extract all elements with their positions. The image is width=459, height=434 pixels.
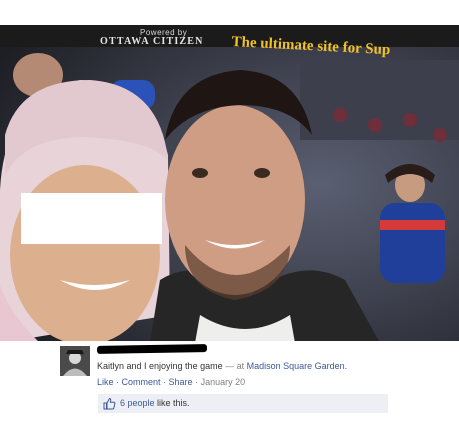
name-redaction-mark — [96, 344, 208, 354]
likes-suffix: like this. — [154, 398, 190, 408]
action-separator: · — [192, 377, 201, 387]
post-actions: Like · Comment · Share · January 20 — [97, 377, 245, 387]
avatar-image — [60, 346, 90, 376]
action-separator: · — [160, 377, 169, 387]
share-link[interactable]: Share — [169, 377, 193, 387]
shared-photo[interactable]: Powered by OTTAWA CITIZEN The ultimate s… — [0, 25, 459, 343]
action-separator: · — [113, 377, 122, 387]
avatar[interactable] — [60, 346, 90, 376]
comment-link[interactable]: Comment — [122, 377, 161, 387]
post-caption: Kaitlyn and I enjoying the game — at Mad… — [97, 361, 347, 371]
like-link[interactable]: Like — [97, 377, 114, 387]
caption-at: — at — [222, 361, 247, 371]
banner-brand-text: OTTAWA CITIZEN — [100, 36, 204, 47]
face-redaction-box — [21, 193, 162, 244]
likes-summary: 6 people like this. — [120, 398, 190, 408]
likes-bar: 6 people like this. — [98, 394, 388, 413]
post-date[interactable]: January 20 — [201, 377, 246, 387]
likes-count-link[interactable]: 6 people — [120, 398, 155, 408]
post-caption-area: Kaitlyn and I enjoying the game — at Mad… — [0, 341, 459, 434]
place-link[interactable]: Madison Square Garden. — [247, 361, 348, 371]
photo-scene — [0, 25, 459, 343]
thumbs-up-icon — [103, 397, 116, 410]
caption-text: Kaitlyn and I enjoying the game — [97, 361, 223, 371]
